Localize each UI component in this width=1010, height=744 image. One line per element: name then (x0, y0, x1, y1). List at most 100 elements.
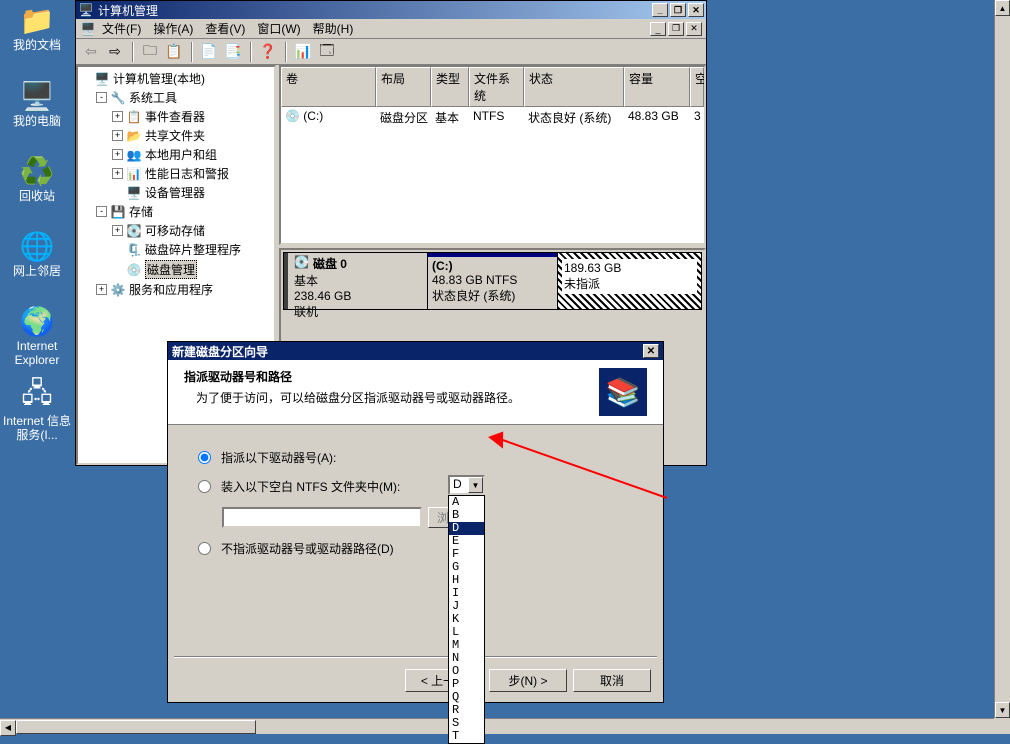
menu-bar: 🖥️ 文件(F)操作(A)查看(V)窗口(W)帮助(H) _ ❐ ✕ (76, 19, 706, 39)
window-titlebar[interactable]: 🖥️ 计算机管理 _ ❐ ✕ (76, 1, 706, 19)
tree-node[interactable]: +⚙️服务和应用程序 (80, 280, 272, 299)
expand-icon[interactable]: + (112, 130, 123, 141)
node-label: 共享文件夹 (145, 127, 205, 144)
column-header[interactable]: 卷 (281, 67, 376, 107)
desktop-icon-Internet 信息服务(I...[interactable]: 🖧Internet 信息服务(I... (2, 380, 72, 443)
expand-icon[interactable]: + (96, 284, 107, 295)
partition-unallocated[interactable]: 189.63 GB 未指派 (558, 253, 701, 309)
node-label: 本地用户和组 (145, 146, 217, 163)
tree-node[interactable]: 💿磁盘管理 (80, 259, 272, 280)
icon-label: Internet 信息服务(I... (2, 414, 72, 443)
radio-assign-letter[interactable] (198, 451, 211, 464)
minimize-button[interactable]: _ (652, 3, 668, 17)
disk-info: 💽磁盘 0 基本 238.46 GB 联机 (290, 253, 428, 309)
option-mount-folder[interactable]: 装入以下空白 NTFS 文件夹中(M): (198, 478, 633, 495)
help-button[interactable]: ❓ (257, 41, 279, 63)
node-label: 服务和应用程序 (129, 281, 213, 298)
close-icon[interactable]: ✕ (643, 344, 659, 358)
icon-label: Internet Explorer (2, 339, 72, 368)
column-header[interactable]: 空 (690, 67, 704, 107)
cancel-button[interactable]: 取消 (573, 669, 651, 692)
radio-no-assign[interactable] (198, 542, 211, 555)
props-button[interactable]: 📋 (163, 41, 185, 63)
list-header: 卷布局类型文件系统状态容量空 (281, 67, 704, 107)
volume-list[interactable]: 卷布局类型文件系统状态容量空 💿 (C:)磁盘分区基本NTFS状态良好 (系统)… (279, 65, 706, 245)
icon-label: 回收站 (2, 189, 72, 203)
node-label: 事件查看器 (145, 108, 205, 125)
desktop-icon-我的文档[interactable]: 📁我的文档 (2, 4, 72, 52)
menu-item[interactable]: 操作(A) (147, 20, 199, 38)
close-button[interactable]: ✕ (688, 3, 704, 17)
tree-node[interactable]: +📂共享文件夹 (80, 126, 272, 145)
icon-label: 网上邻居 (2, 264, 72, 278)
back-button[interactable]: ⇦ (80, 41, 102, 63)
option-assign-letter[interactable]: 指派以下驱动器号(A): (198, 449, 633, 466)
next-button[interactable]: 步(N) > (489, 669, 567, 692)
doc-icon: 🖥️ (80, 22, 96, 36)
column-header[interactable]: 容量 (624, 67, 690, 107)
tree-node[interactable]: +📋事件查看器 (80, 107, 272, 126)
expand-icon[interactable]: - (96, 206, 107, 217)
tree-node[interactable]: +📊性能日志和警报 (80, 164, 272, 183)
scroll-up-icon[interactable]: ▲ (995, 0, 1010, 16)
drive-option[interactable]: T (449, 730, 484, 743)
window-title: 计算机管理 (98, 2, 158, 19)
tree-node[interactable]: -💾存储 (80, 202, 272, 221)
menu-item[interactable]: 窗口(W) (251, 20, 306, 38)
page-scrollbar-horizontal[interactable]: ◀ (0, 718, 994, 734)
doc-minimize-button[interactable]: _ (650, 22, 666, 36)
node-icon: 🖥️ (126, 185, 142, 201)
chevron-down-icon[interactable]: ▼ (468, 477, 483, 493)
settings-button[interactable]: 📊 (292, 41, 314, 63)
dialog-titlebar[interactable]: 新建磁盘分区向导 ✕ (168, 342, 663, 360)
expand-icon[interactable]: + (112, 168, 123, 179)
menu-item[interactable]: 查看(V) (199, 20, 251, 38)
desktop-icon-Internet Explorer[interactable]: 🌍Internet Explorer (2, 305, 72, 368)
cell: 💿 (C:) (281, 108, 376, 127)
column-header[interactable]: 布局 (376, 67, 431, 107)
refresh-button[interactable]: 📄 (198, 41, 220, 63)
expand-icon[interactable]: + (112, 225, 123, 236)
desktop-icon-我的电脑[interactable]: 🖥️我的电脑 (2, 80, 72, 128)
forward-button[interactable]: ⇨ (104, 41, 126, 63)
node-icon: 💽 (126, 223, 142, 239)
doc-restore-button[interactable]: ❐ (668, 22, 684, 36)
menu-item[interactable]: 帮助(H) (307, 20, 360, 38)
partition-c[interactable]: (C:) 48.83 GB NTFS 状态良好 (系统) (428, 253, 558, 309)
option-mount-folder-label: 装入以下空白 NTFS 文件夹中(M): (221, 478, 400, 495)
scroll-down-icon[interactable]: ▼ (995, 702, 1010, 718)
drive-letter-dropdown[interactable]: ABDEFGHIJKLMNOPQRST (448, 495, 485, 744)
option-no-assign[interactable]: 不指派驱动器号或驱动器路径(D) (198, 540, 633, 557)
column-header[interactable]: 类型 (431, 67, 469, 107)
menu-item[interactable]: 文件(F) (96, 20, 147, 38)
page-scrollbar-vertical[interactable]: ▲ ▼ (994, 0, 1010, 718)
divider (174, 656, 657, 658)
tree-node[interactable]: 🖥️设备管理器 (80, 183, 272, 202)
node-label: 计算机管理(本地) (113, 70, 205, 87)
cell: 48.83 GB (624, 108, 690, 127)
column-header[interactable]: 文件系统 (469, 67, 524, 107)
cell: NTFS (469, 108, 524, 127)
maximize-button[interactable]: ❐ (670, 3, 686, 17)
tree-node[interactable]: 🖥️计算机管理(本地) (80, 69, 272, 88)
column-header[interactable]: 状态 (524, 67, 624, 107)
drive-letter-combo[interactable]: D ▼ (448, 475, 485, 495)
scroll-left-icon[interactable]: ◀ (0, 720, 16, 736)
tree-node[interactable]: 🗜️磁盘碎片整理程序 (80, 240, 272, 259)
expand-icon[interactable]: + (112, 149, 123, 160)
tree-node[interactable]: +💽可移动存储 (80, 221, 272, 240)
export-button[interactable]: 📑 (222, 41, 244, 63)
expand-icon[interactable]: - (96, 92, 107, 103)
folder-path-input (222, 507, 422, 528)
doc-close-button[interactable]: ✕ (686, 22, 702, 36)
desktop-icon-网上邻居[interactable]: 🌐网上邻居 (2, 230, 72, 278)
view-button[interactable]: 🗔 (316, 41, 338, 63)
tree-node[interactable]: +👥本地用户和组 (80, 145, 272, 164)
table-row[interactable]: 💿 (C:)磁盘分区基本NTFS状态良好 (系统)48.83 GB3 (281, 107, 704, 128)
tree-node[interactable]: -🔧系统工具 (80, 88, 272, 107)
up-button[interactable]: 🗀 (139, 41, 161, 63)
radio-mount-folder[interactable] (198, 480, 211, 493)
expand-icon[interactable]: + (112, 111, 123, 122)
desktop-icon-回收站[interactable]: ♻️回收站 (2, 155, 72, 203)
scroll-thumb[interactable] (16, 720, 256, 734)
